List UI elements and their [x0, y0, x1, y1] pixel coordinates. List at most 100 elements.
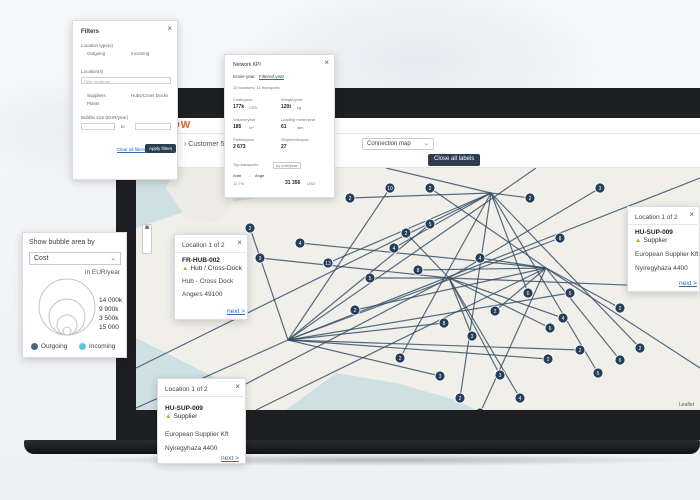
next-link[interactable]: next >	[679, 280, 697, 287]
location-marker[interactable]: 5	[424, 218, 436, 230]
kpi-unit: USD	[249, 105, 258, 110]
marker-count: 2	[494, 309, 497, 315]
location-marker[interactable]: 2	[524, 192, 536, 204]
location-marker[interactable]: 10	[384, 182, 396, 194]
location-marker[interactable]: 2	[574, 344, 586, 356]
bubble-value: 9 900k	[99, 306, 119, 313]
bubble-max-input[interactable]	[135, 123, 171, 130]
kpi-label: Weight/year	[281, 97, 303, 102]
location-marker[interactable]: 2	[244, 222, 256, 234]
camera-icon[interactable]: ◙	[143, 225, 151, 231]
close-icon[interactable]: ×	[324, 58, 329, 67]
location-types-label: Location type(s)	[81, 43, 114, 48]
location-marker[interactable]: 3	[494, 369, 506, 381]
location-marker[interactable]: 4	[557, 312, 569, 324]
close-icon[interactable]: ×	[167, 24, 172, 33]
range-to-label: to	[121, 124, 125, 129]
location-city: Nyíregyháza 4400	[635, 265, 688, 272]
bubble-min-input[interactable]	[81, 123, 115, 130]
outgoing-checkbox[interactable]: Outgoing	[87, 51, 105, 56]
apply-filters-button[interactable]: Apply filters	[145, 144, 177, 153]
location-marker[interactable]: 2	[394, 352, 406, 364]
plants-checkbox[interactable]: Plants	[87, 101, 100, 106]
location-marker[interactable]: 4	[514, 392, 526, 404]
location-marker[interactable]: 6	[522, 287, 534, 299]
hubs-checkbox[interactable]: Hubs/Cross Docks	[131, 93, 168, 98]
next-link[interactable]: next >	[221, 455, 239, 462]
location-marker[interactable]: 2	[424, 182, 436, 194]
top-transports-label: Top transports	[233, 162, 259, 167]
next-link[interactable]: next >	[227, 308, 245, 315]
marker-count: 3	[439, 374, 442, 380]
breadcrumb-customer[interactable]: Customer 5	[188, 141, 224, 148]
marker-count: 2	[349, 196, 352, 202]
top-row-from: Amb	[233, 173, 242, 178]
location-marker[interactable]: 13	[322, 257, 334, 269]
location-name: European Supplier Kft	[165, 431, 229, 438]
location-marker[interactable]: 4	[294, 237, 306, 249]
location-marker[interactable]: 2	[349, 304, 361, 316]
marker-count: 8	[559, 236, 562, 242]
location-marker[interactable]: 2	[614, 302, 626, 314]
close-icon[interactable]: ×	[689, 210, 694, 219]
marker-count: 2	[405, 231, 408, 237]
marker-count: 2	[547, 357, 550, 363]
incoming-checkbox[interactable]: Incoming	[131, 51, 149, 56]
bubble-value: 14 000k	[99, 297, 123, 304]
suppliers-checkbox[interactable]: Suppliers	[87, 93, 106, 98]
top-row-value: 31 356	[285, 180, 301, 186]
location-marker[interactable]: 8	[438, 317, 450, 329]
location-marker[interactable]: 2	[542, 353, 554, 365]
app-topbar: OW	[136, 118, 700, 134]
close-icon[interactable]: ×	[237, 238, 242, 247]
map-tools[interactable]: ◙	[142, 224, 152, 254]
marker-count: 13	[325, 261, 331, 267]
marker-count: 4	[562, 316, 565, 322]
view-select[interactable]: Connection map ⌄	[362, 138, 434, 150]
network-kpi-panel: Network KPI × Entire year Filtered year …	[224, 54, 335, 198]
location-marker[interactable]: 3	[594, 182, 606, 194]
map-attribution[interactable]: Leaflet	[679, 402, 694, 408]
location-type: ▲ Hub / Cross-Dock	[182, 265, 242, 272]
top-row-to: Ange	[255, 173, 265, 178]
location-marker[interactable]: 2	[634, 342, 646, 354]
location-marker[interactable]: 2	[344, 192, 356, 204]
location-marker[interactable]: 5	[364, 272, 376, 284]
location-marker[interactable]: 3	[466, 330, 478, 342]
bubble-metric-select[interactable]: Cost ⌄	[29, 252, 121, 265]
marker-count: 3	[599, 186, 602, 192]
bubble-area-panel: Show bubble area by Cost ⌄ in EUR/year 1…	[22, 232, 127, 358]
location-marker[interactable]: 4	[388, 242, 400, 254]
bubble-unit: in EUR/year	[85, 269, 121, 276]
kpi-value: 2 673	[233, 144, 246, 150]
marker-count: 2	[249, 226, 252, 232]
chevron-down-icon: ⌄	[423, 141, 429, 147]
locations-input[interactable]: Filter locations...	[81, 77, 171, 84]
location-marker[interactable]: 3	[254, 252, 266, 264]
location-marker[interactable]: 2	[489, 305, 501, 317]
bubble-area-label: Show bubble area by	[29, 239, 95, 246]
divider	[175, 252, 249, 253]
location-marker[interactable]: 8	[412, 264, 424, 276]
kpi-unit: m³	[249, 125, 254, 130]
location-marker[interactable]: 4	[474, 252, 486, 264]
chevron-down-icon: ⌄	[110, 255, 116, 262]
location-marker[interactable]: 2	[400, 227, 412, 239]
laptop-shadow	[60, 454, 700, 466]
breadcrumb[interactable]: › Customer 5	[184, 141, 224, 148]
location-marker[interactable]: 6	[544, 322, 556, 334]
location-marker[interactable]: 2	[454, 392, 466, 404]
location-marker[interactable]: 8	[554, 232, 566, 244]
location-marker[interactable]: 6	[614, 354, 626, 366]
close-all-labels-button[interactable]: Close all labels	[428, 154, 481, 166]
location-marker[interactable]: 3	[434, 370, 446, 382]
tab-filtered-year[interactable]: Filtered year	[259, 74, 285, 80]
close-icon[interactable]: ×	[235, 382, 240, 391]
marker-count: 10	[387, 186, 393, 192]
incoming-legend-dot	[79, 343, 86, 350]
kpi-value: 27	[281, 144, 287, 150]
top-transports-select[interactable]: by cost/year	[273, 162, 301, 169]
tab-entire-year[interactable]: Entire year	[233, 74, 255, 79]
location-marker[interactable]: 5	[564, 287, 576, 299]
location-marker[interactable]: 5	[592, 367, 604, 379]
